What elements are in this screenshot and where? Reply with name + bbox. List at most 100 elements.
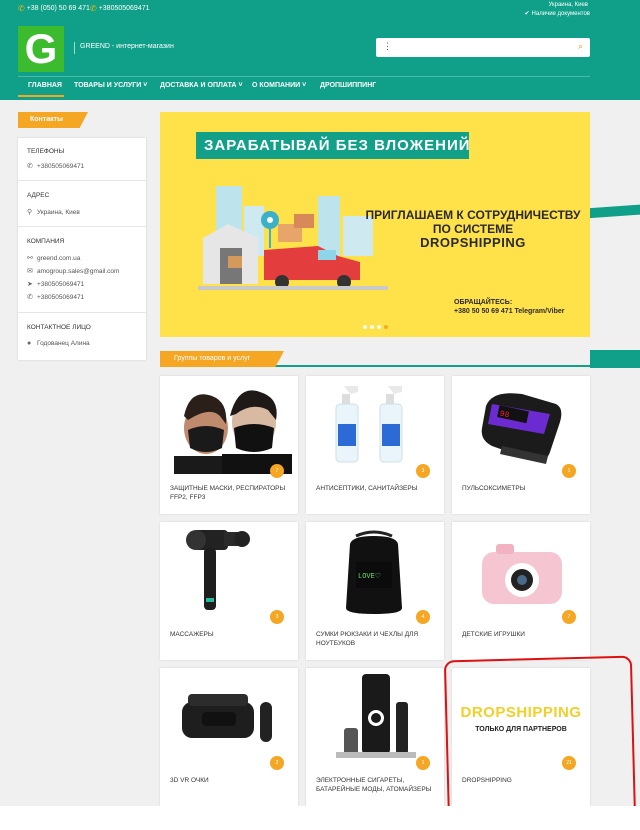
category-image: LOVE♡ xyxy=(306,522,444,620)
decor-stripe xyxy=(590,350,640,368)
category-label: Пульсоксиметры xyxy=(462,485,526,492)
backpack-display-text: LOVE♡ xyxy=(358,573,382,581)
category-label: Защитные маски, респираторы FFP2, FFP3 xyxy=(170,485,286,501)
location-pin-icon: ⚲ xyxy=(27,209,33,216)
carousel-dot[interactable] xyxy=(363,325,367,329)
nav-products-label: Товары и услуги xyxy=(74,82,142,89)
viber-icon: ✆ xyxy=(27,294,33,301)
nav-about[interactable]: О компании ˅ xyxy=(252,82,306,89)
company-viber-text: +380505069471 xyxy=(37,293,85,301)
phone-1-text: +38 (050) 50 69 471 xyxy=(26,5,90,12)
logo-letter: G xyxy=(24,25,58,72)
phone-icon: ✆ xyxy=(18,4,25,13)
phone-2-text: +380505069471 xyxy=(98,5,150,12)
email-icon: ✉ xyxy=(27,268,33,275)
decor-stripe xyxy=(590,203,640,219)
company-site-link[interactable]: ⚯ greend.com.ua xyxy=(27,254,81,263)
company-email-link[interactable]: ✉ amogroup.sales@gmail.com xyxy=(27,267,120,276)
search-icon[interactable]: ⌕ xyxy=(578,41,583,52)
category-image xyxy=(160,522,298,620)
nav-active-indicator xyxy=(18,95,64,97)
category-image xyxy=(306,376,444,474)
nav-about-label: О компании xyxy=(252,82,301,89)
banner-contact-line1: ОБРАЩАЙТЕСЬ: xyxy=(454,299,513,306)
groups-header: Группы товаров и услуг xyxy=(160,351,590,367)
telegram-icon: ➤ xyxy=(27,281,33,288)
banner-invite: ПРИГЛАШАЕМ К СОТРУДНИЧЕСТВУ ПО СИСТЕМЕ D… xyxy=(358,208,588,250)
search-input[interactable]: ⋮ ⌕ xyxy=(376,38,590,57)
company-email-text: amogroup.sales@gmail.com xyxy=(37,267,120,275)
sidebar-phone[interactable]: ✆ +380505069471 xyxy=(27,162,85,171)
groups-tab: Группы товаров и услуг xyxy=(160,351,284,367)
phone-link-1[interactable]: ✆ +38 (050) 50 69 471 xyxy=(18,4,90,13)
city-selector[interactable]: Украина, Киев xyxy=(548,2,588,8)
page-bottom-area xyxy=(0,806,640,830)
site-header: ✆ +38 (050) 50 69 471 ✆ +380505069471 Ук… xyxy=(0,0,640,100)
banner-contact-line2: +380 50 50 69 471 Telegram/Viber xyxy=(454,308,565,315)
category-card-pulse-oximeters[interactable]: 98 1 Пульсоксиметры xyxy=(452,376,590,514)
category-label: Электронные сигареты, батарейные моды, а… xyxy=(316,777,432,793)
category-card-vr[interactable]: 2 3D VR очки xyxy=(160,668,298,806)
company-heading: Компания xyxy=(27,238,65,245)
category-label: 3D VR очки xyxy=(170,777,209,784)
category-image xyxy=(306,668,444,766)
category-image: 98 xyxy=(452,376,590,474)
chevron-down-icon: ˅ xyxy=(302,82,307,89)
phone-icon: ✆ xyxy=(90,4,97,13)
contacts-sidebar: Телефоны ✆ +380505069471 Адрес ⚲ Украина, … xyxy=(18,138,146,360)
item-count-badge: 2 xyxy=(270,756,284,770)
item-count-badge: 1 xyxy=(416,756,430,770)
main-nav: Главная Товары и услуги ˅ Доставка и опл… xyxy=(18,76,590,97)
nav-delivery[interactable]: Доставка и оплата ˅ xyxy=(160,82,243,89)
banner-title: ЗАРАБАТЫВАЙ БЕЗ ВЛОЖЕНИЙ xyxy=(196,132,470,159)
carousel-dot[interactable] xyxy=(377,325,381,329)
phone-link-2[interactable]: ✆ +380505069471 xyxy=(90,4,150,13)
category-label: Массажеры xyxy=(170,631,214,638)
item-count-badge: 7 xyxy=(562,610,576,624)
chevron-down-icon: ˅ xyxy=(238,82,243,89)
link-icon: ⚯ xyxy=(27,255,33,262)
category-label: Детские игрушки xyxy=(462,631,525,638)
user-icon: ● xyxy=(27,340,32,347)
banner-contact: ОБРАЩАЙТЕСЬ: +380 50 50 69 471 Telegram/… xyxy=(454,298,564,316)
category-image xyxy=(160,376,298,474)
divider xyxy=(18,312,146,313)
company-telegram-text: +380505069471 xyxy=(37,280,85,288)
contacts-tab: Контакты xyxy=(18,112,88,128)
category-card-antiseptics[interactable]: 3 Антисептики, санитайзеры xyxy=(306,376,444,514)
nav-dropshipping[interactable]: Дропшиппинг xyxy=(320,82,376,89)
contact-person-name: Годованец Алина xyxy=(37,340,90,347)
item-count-badge: 4 xyxy=(416,610,430,624)
category-card-ecigs[interactable]: 1 Электронные сигареты, батарейные моды,… xyxy=(306,668,444,806)
sidebar-address-text: Украина, Киев xyxy=(37,208,80,216)
company-telegram-link[interactable]: ➤ +380505069471 xyxy=(27,280,85,289)
item-count-badge: 3 xyxy=(416,464,430,478)
chevron-down-icon: ˅ xyxy=(143,82,148,89)
category-label: Антисептики, санитайзеры xyxy=(316,485,418,492)
address-heading: Адрес xyxy=(27,192,50,199)
promo-banner[interactable]: ЗАРАБАТЫВАЙ БЕЗ ВЛОЖЕНИЙ ПРИГЛАШАЕМ К СО… xyxy=(160,112,590,337)
category-image xyxy=(160,668,298,766)
category-card-toys[interactable]: 7 Детские игрушки xyxy=(452,522,590,660)
category-card-massagers[interactable]: 3 Массажеры xyxy=(160,522,298,660)
availability-info[interactable]: ✔ Наличие документов xyxy=(525,10,590,18)
divider xyxy=(18,226,146,227)
search-options-icon[interactable]: ⋮ xyxy=(383,41,392,52)
logo-divider xyxy=(74,42,75,54)
nav-products[interactable]: Товары и услуги ˅ xyxy=(74,82,147,89)
nav-home[interactable]: Главная xyxy=(28,82,62,89)
company-site-text: greend.com.ua xyxy=(37,254,81,262)
contact-person-heading: Контактное лицо xyxy=(27,324,91,331)
phone-icon: ✆ xyxy=(27,163,33,170)
category-card-masks[interactable]: 7 Защитные маски, респираторы FFP2, FFP3 xyxy=(160,376,298,514)
company-viber-link[interactable]: ✆ +380505069471 xyxy=(27,293,85,302)
availability-text: Наличие документов xyxy=(531,10,590,17)
category-card-bags[interactable]: LOVE♡ 4 Сумки рюкзаки и чехлы для ноутбу… xyxy=(306,522,444,660)
carousel-dot[interactable] xyxy=(370,325,374,329)
site-logo[interactable]: G xyxy=(18,26,64,72)
carousel-dot-active[interactable] xyxy=(384,325,388,329)
phones-heading: Телефоны xyxy=(27,148,65,155)
contacts-tab-label: Контакты xyxy=(30,116,64,123)
sidebar-address: ⚲ Украина, Киев xyxy=(27,208,80,217)
sidebar-phone-text: +380505069471 xyxy=(37,162,85,170)
